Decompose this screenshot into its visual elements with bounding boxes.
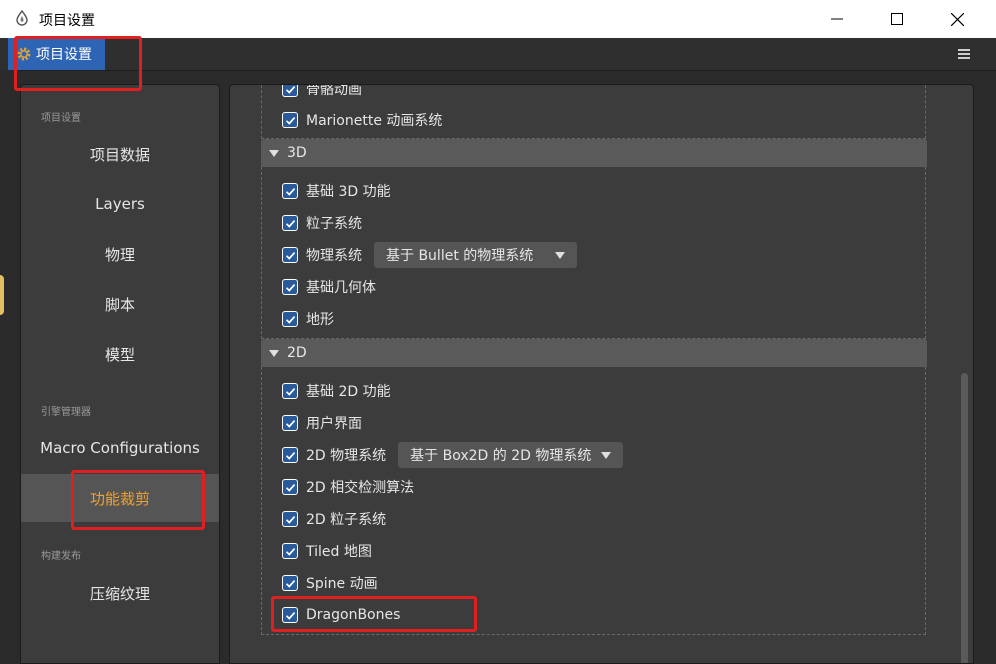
select-value: 基于 Bullet 的物理系统 <box>386 248 534 264</box>
left-edge-strip <box>0 70 20 664</box>
option-label: 基础 2D 功能 <box>306 384 391 400</box>
checkbox[interactable] <box>282 183 298 199</box>
minimize-button[interactable] <box>814 0 860 38</box>
sidebar-item-layers[interactable]: Layers <box>21 180 219 228</box>
physics-engine-select[interactable]: 基于 Bullet 的物理系统 <box>374 242 578 268</box>
triangle-down-icon <box>269 349 279 357</box>
option-tiled-map: Tiled 地图 <box>282 540 372 562</box>
option-particle-system: 粒子系统 <box>282 212 362 234</box>
checkmark-icon <box>285 116 295 125</box>
group-2d-box <box>261 367 926 635</box>
sidebar-item-texture-compression[interactable]: 压缩纹理 <box>21 569 219 617</box>
feature-cropping-panel: 骨骼动画 Marionette 动画系统 3D 基础 3D 功能 粒子系统 物理… <box>229 84 974 664</box>
option-physics-system: 物理系统 基于 Bullet 的物理系统 <box>282 242 578 268</box>
checkmark-icon <box>285 283 295 292</box>
option-marionette-animation: Marionette 动画系统 <box>282 109 442 131</box>
checkbox[interactable] <box>282 85 298 97</box>
option-basic-2d: 基础 2D 功能 <box>282 380 391 402</box>
hamburger-menu-icon[interactable] <box>956 45 972 63</box>
sidebar-item-physics[interactable]: 物理 <box>21 230 219 278</box>
triangle-down-icon <box>555 251 566 259</box>
option-label: 用户界面 <box>306 416 362 432</box>
checkbox[interactable] <box>282 112 298 128</box>
checkbox[interactable] <box>282 215 298 231</box>
checkmark-icon <box>285 315 295 324</box>
checkmark-icon <box>285 451 295 460</box>
option-skeletal-animation: 骨骼动画 <box>282 84 362 100</box>
triangle-down-icon <box>601 451 612 459</box>
option-label: Tiled 地图 <box>306 544 372 560</box>
checkbox[interactable] <box>282 415 298 431</box>
checkmark-icon <box>285 483 295 492</box>
os-title-bar: 项目设置 <box>0 0 996 38</box>
sidebar-section-engine-manager: 引擎管理器 <box>41 407 91 418</box>
highlight-dragonbones <box>271 596 477 632</box>
close-button[interactable] <box>934 0 980 38</box>
checkbox[interactable] <box>282 311 298 327</box>
option-2d-particle: 2D 粒子系统 <box>282 508 386 530</box>
option-2d-physics: 2D 物理系统 基于 Box2D 的 2D 物理系统 <box>282 442 624 468</box>
checkmark-icon <box>285 515 295 524</box>
checkmark-icon <box>285 251 295 260</box>
checkmark-icon <box>285 579 295 588</box>
highlight-project-settings-tab <box>14 36 142 91</box>
checkmark-icon <box>285 219 295 228</box>
checkbox[interactable] <box>282 447 298 463</box>
checkbox[interactable] <box>282 543 298 559</box>
edge-indicator <box>0 275 4 315</box>
checkmark-icon <box>285 85 295 94</box>
sidebar-item-project-data[interactable]: 项目数据 <box>21 130 219 178</box>
option-2d-intersection: 2D 相交检测算法 <box>282 476 414 498</box>
group-title: 2D <box>287 345 307 361</box>
highlight-feature-cropping <box>71 470 205 530</box>
maximize-button[interactable] <box>874 0 920 38</box>
option-user-interface: 用户界面 <box>282 412 362 434</box>
option-label: 2D 相交检测算法 <box>306 480 415 496</box>
option-label: 2D 物理系统 <box>306 448 387 464</box>
checkmark-icon <box>285 419 295 428</box>
option-terrain: 地形 <box>282 308 334 330</box>
checkbox[interactable] <box>282 279 298 295</box>
group-title: 3D <box>287 145 307 161</box>
window-title: 项目设置 <box>39 13 95 29</box>
checkbox[interactable] <box>282 511 298 527</box>
sidebar-item-macro-configurations[interactable]: Macro Configurations <box>21 424 219 472</box>
vertical-scrollbar[interactable] <box>961 373 968 663</box>
option-label: 基础几何体 <box>306 280 376 296</box>
sidebar: 项目设置 项目数据 Layers 物理 脚本 模型 引擎管理器 Macro Co… <box>20 84 220 664</box>
option-label: 基础 3D 功能 <box>306 184 391 200</box>
checkbox[interactable] <box>282 383 298 399</box>
option-spine-animation: Spine 动画 <box>282 572 378 594</box>
option-basic-geometry: 基础几何体 <box>282 276 376 298</box>
option-label: Spine 动画 <box>306 576 378 592</box>
triangle-down-icon <box>269 149 279 157</box>
close-icon <box>950 12 964 26</box>
2d-physics-engine-select[interactable]: 基于 Box2D 的 2D 物理系统 <box>398 442 624 468</box>
app-header <box>0 38 996 71</box>
minimize-icon <box>831 18 843 20</box>
group-header-3d[interactable]: 3D <box>261 139 927 167</box>
checkmark-icon <box>285 387 295 396</box>
option-label: 地形 <box>306 312 334 328</box>
option-label: 2D 粒子系统 <box>306 512 387 528</box>
checkmark-icon <box>285 187 295 196</box>
option-label: 粒子系统 <box>306 216 362 232</box>
option-basic-3d: 基础 3D 功能 <box>282 180 391 202</box>
checkbox[interactable] <box>282 247 298 263</box>
sidebar-item-model[interactable]: 模型 <box>21 330 219 378</box>
sidebar-section-build-publish: 构建发布 <box>41 551 81 562</box>
group-header-2d[interactable]: 2D <box>261 339 927 367</box>
checkbox[interactable] <box>282 479 298 495</box>
checkmark-icon <box>285 547 295 556</box>
option-label: 骨骼动画 <box>306 84 362 98</box>
app-logo-icon <box>16 10 28 26</box>
checkbox[interactable] <box>282 575 298 591</box>
sidebar-section-project-settings: 项目设置 <box>41 113 81 124</box>
option-label: 物理系统 <box>306 248 362 264</box>
option-label: Marionette 动画系统 <box>306 113 443 129</box>
select-value: 基于 Box2D 的 2D 物理系统 <box>410 448 592 464</box>
sidebar-item-scripts[interactable]: 脚本 <box>21 280 219 328</box>
maximize-icon <box>891 13 903 25</box>
